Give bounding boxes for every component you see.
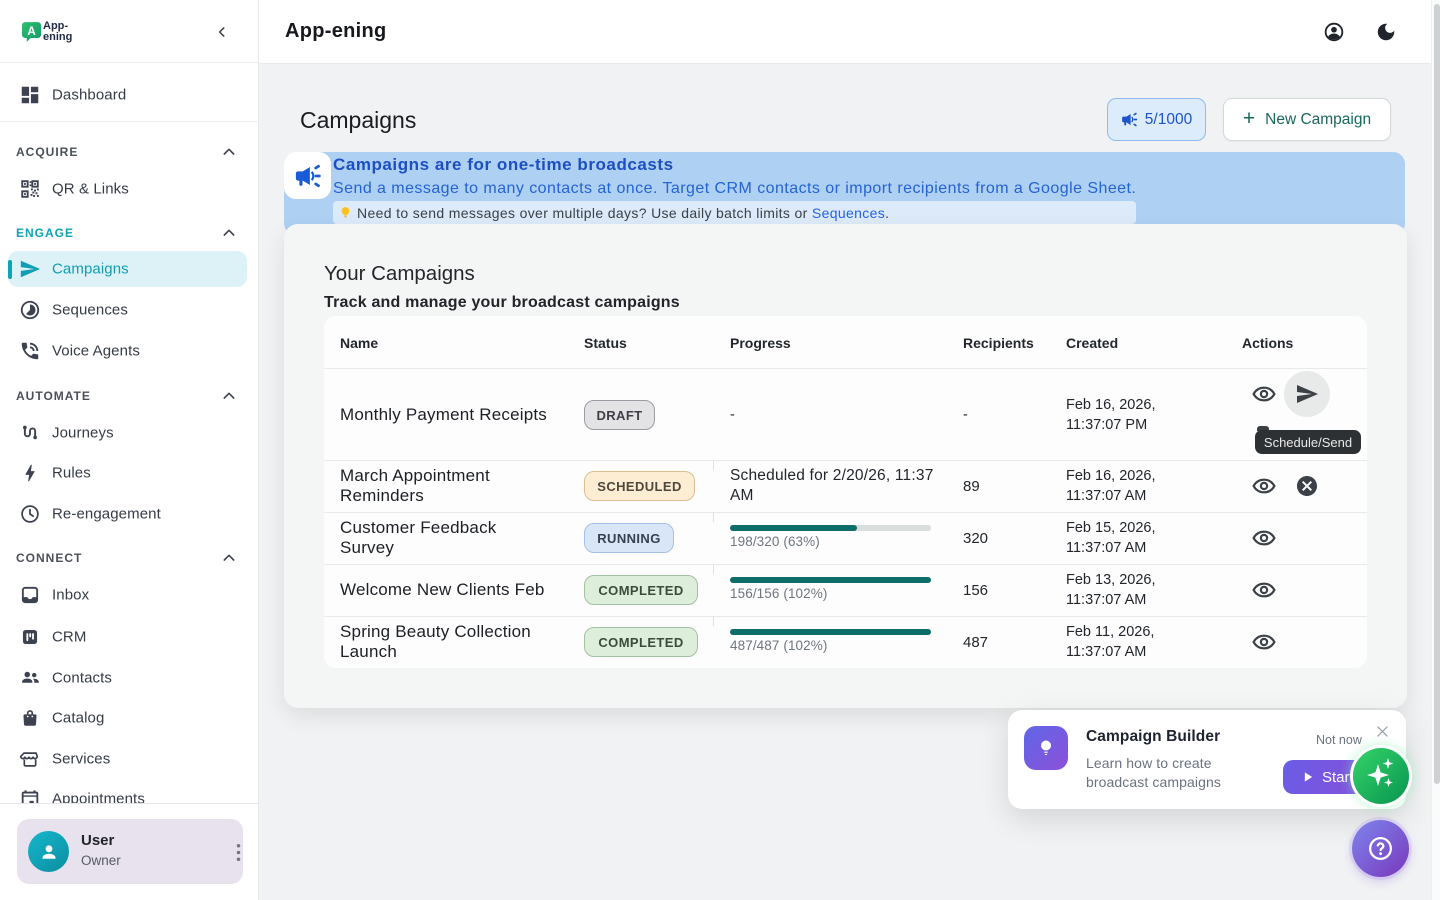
svg-text:A: A [27, 24, 36, 38]
